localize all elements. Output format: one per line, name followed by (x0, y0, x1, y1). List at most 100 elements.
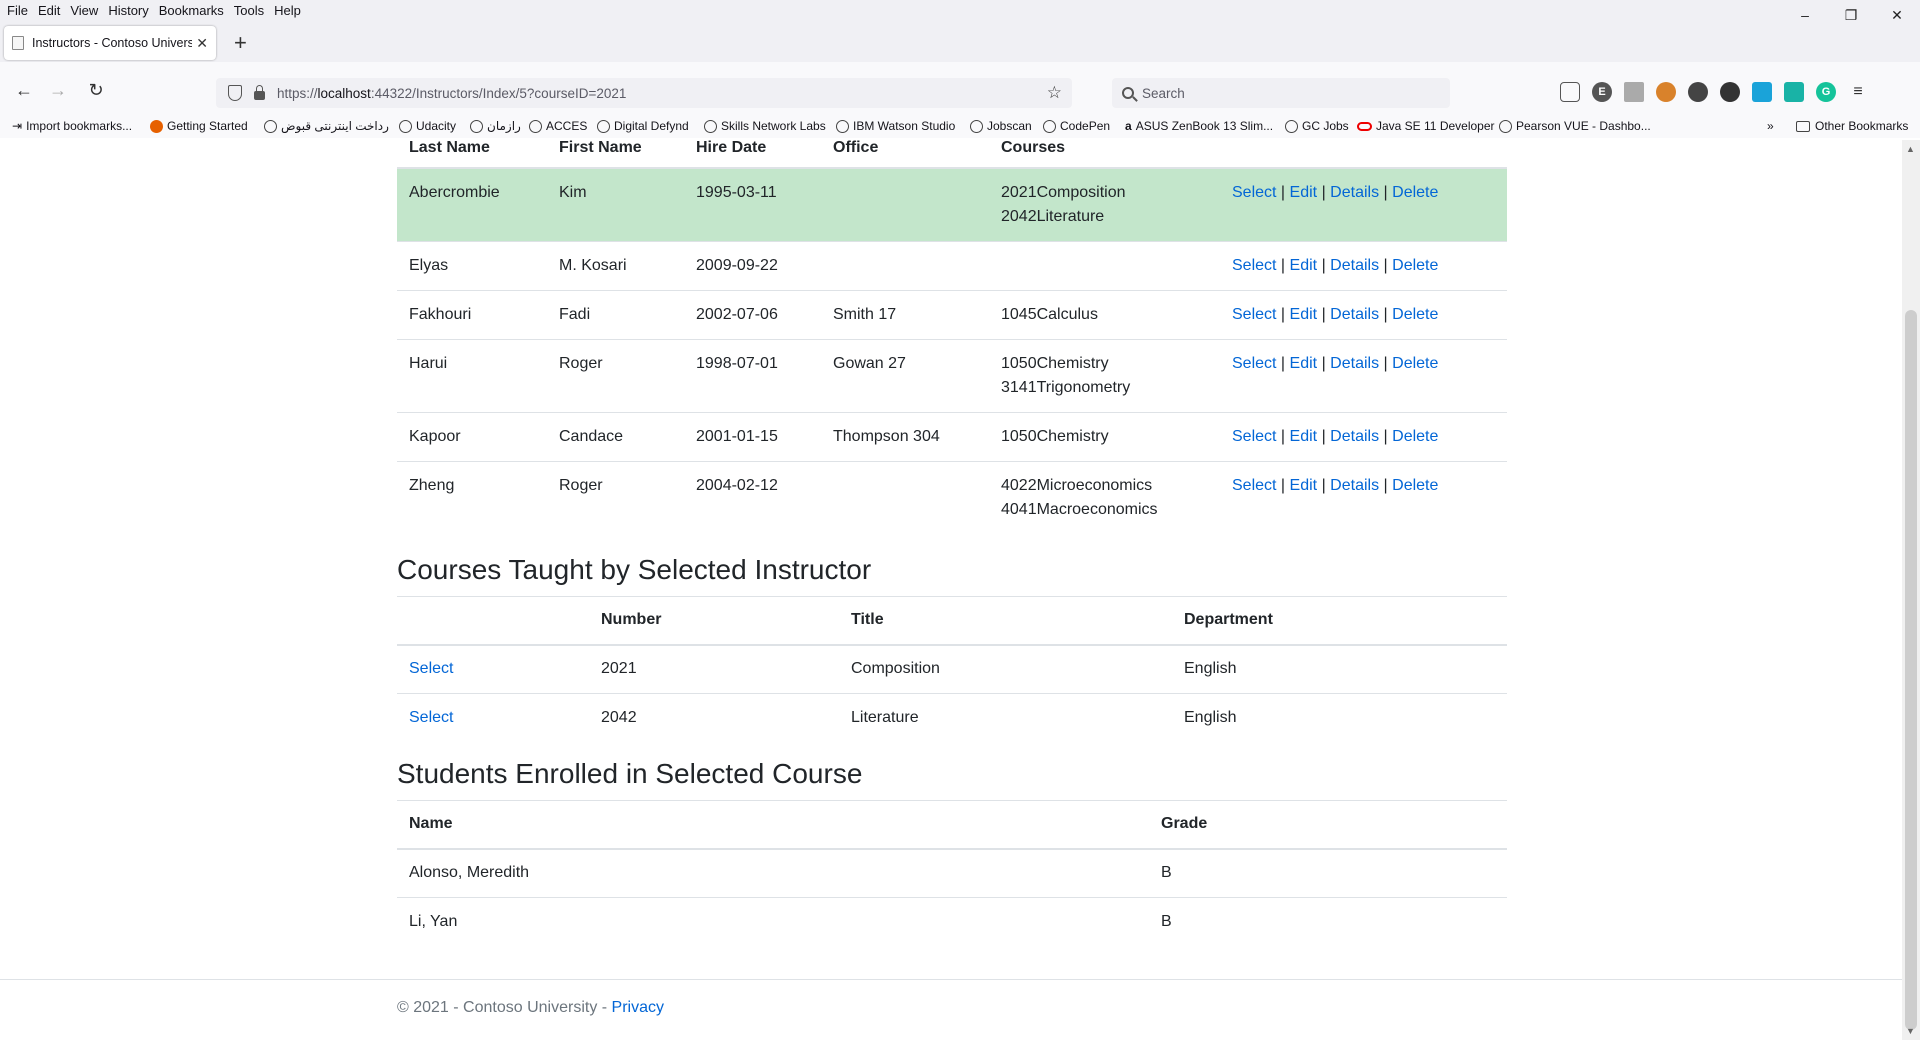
menu-edit[interactable]: Edit (33, 3, 65, 18)
delete-link[interactable]: Delete (1392, 428, 1438, 445)
bookmark-item[interactable]: CodePen (1043, 119, 1110, 133)
grammarly-icon[interactable]: G (1816, 82, 1836, 102)
delete-link[interactable]: Delete (1392, 477, 1438, 494)
bookmark-item[interactable]: ACCES (529, 119, 587, 133)
menu-history[interactable]: History (103, 3, 153, 18)
asus-icon: a (1125, 119, 1132, 133)
details-link[interactable]: Details (1330, 355, 1379, 372)
delete-link[interactable]: Delete (1392, 257, 1438, 274)
edit-link[interactable]: Edit (1290, 355, 1318, 372)
save-extension-icon[interactable] (1752, 82, 1772, 102)
edit-link[interactable]: Edit (1290, 428, 1318, 445)
firefox-icon (150, 119, 163, 133)
menu-help[interactable]: Help (269, 3, 306, 18)
browser-tab[interactable]: Instructors - Contoso University ✕ (4, 26, 216, 60)
delete-link[interactable]: Delete (1392, 184, 1438, 201)
menu-bookmarks[interactable]: Bookmarks (154, 3, 229, 18)
tab-strip: Instructors - Contoso University ✕ + (0, 20, 1920, 62)
forward-icon[interactable]: → (46, 80, 70, 101)
address-bar[interactable]: https://localhost:44322/Instructors/Inde… (216, 78, 1072, 108)
sync-extension-icon[interactable] (1784, 82, 1804, 102)
other-bookmarks[interactable]: Other Bookmarks (1796, 119, 1908, 133)
search-icon (1122, 87, 1134, 99)
bookmark-item[interactable]: Getting Started (150, 119, 248, 133)
select-link[interactable]: Select (1232, 257, 1276, 274)
details-link[interactable]: Details (1330, 184, 1379, 201)
bookmark-item[interactable]: Udacity (399, 119, 456, 133)
cell-courses: 2021Composition 2042Literature (989, 168, 1220, 242)
link-extension-icon[interactable] (1720, 82, 1740, 102)
url-text[interactable]: https://localhost:44322/Instructors/Inde… (277, 86, 1047, 101)
table-row: Harui Roger 1998-07-01 Gowan 27 1050Chem… (397, 339, 1507, 413)
col-first-name: First Name (559, 140, 642, 156)
pocket-icon[interactable] (1560, 82, 1580, 102)
edit-link[interactable]: Edit (1290, 257, 1318, 274)
edit-link[interactable]: Edit (1290, 184, 1318, 201)
menu-file[interactable]: File (0, 3, 33, 18)
bookmark-item[interactable]: Jobscan (970, 119, 1032, 133)
cell-number: 2021 (601, 660, 637, 678)
reload-icon[interactable]: ↻ (84, 80, 108, 101)
details-link[interactable]: Details (1330, 306, 1379, 323)
select-link[interactable]: Select (1232, 477, 1276, 494)
tracking-protection-icon[interactable] (228, 85, 242, 101)
scroll-down-icon[interactable]: ▼ (1906, 1026, 1915, 1036)
url-prefix: https:// (277, 85, 318, 101)
lock-icon[interactable] (254, 85, 265, 100)
bookmark-item[interactable]: Skills Network Labs (704, 119, 826, 133)
select-link[interactable]: Select (1232, 306, 1276, 323)
table-header-row: Name Grade (397, 800, 1507, 849)
back-icon[interactable]: ← (12, 80, 36, 101)
more-bookmarks-icon[interactable]: » (1767, 119, 1774, 133)
select-link[interactable]: Select (1232, 355, 1276, 372)
tampermonkey-icon[interactable] (1656, 82, 1676, 102)
new-tab-icon[interactable]: + (234, 32, 247, 54)
select-course-link[interactable]: Select (409, 660, 453, 677)
select-course-link[interactable]: Select (409, 709, 453, 726)
bookmark-item[interactable]: رازمان (470, 119, 521, 133)
vertical-scrollbar[interactable]: ▲ ▼ (1902, 140, 1920, 1040)
bookmark-item[interactable]: GC Jobs (1285, 119, 1349, 133)
globe-icon (1043, 119, 1056, 133)
cell-actions: Select | Edit | Details | Delete (1232, 477, 1439, 494)
search-bar[interactable]: Search (1112, 78, 1450, 108)
cell-courses: 1050Chemistry 3141Trigonometry (989, 340, 1220, 413)
select-link[interactable]: Select (1232, 428, 1276, 445)
scroll-up-icon[interactable]: ▲ (1906, 144, 1915, 154)
bookmark-item[interactable]: Java SE 11 Developer (1357, 119, 1495, 133)
close-tab-icon[interactable]: ✕ (196, 35, 208, 52)
bookmark-label: ASUS ZenBook 13 Slim... (1135, 119, 1274, 133)
scrollbar-thumb[interactable] (1905, 310, 1917, 1030)
cell-actions: Select | Edit | Details | Delete (1232, 306, 1439, 323)
menu-tools[interactable]: Tools (229, 3, 269, 18)
bookmark-item[interactable]: رداخت اینترنتی قبوض (264, 119, 389, 133)
privacy-link[interactable]: Privacy (612, 999, 664, 1016)
delete-link[interactable]: Delete (1392, 306, 1438, 323)
details-link[interactable]: Details (1330, 428, 1379, 445)
library-icon[interactable] (1624, 82, 1644, 102)
footer: © 2021 - Contoso University - Privacy (0, 979, 1902, 1040)
menu-icon[interactable]: ≡ (1848, 82, 1868, 102)
bookmark-item[interactable]: ⇥ Import bookmarks... (12, 119, 132, 133)
bookmark-star-icon[interactable]: ☆ (1047, 83, 1062, 103)
delete-link[interactable]: Delete (1392, 355, 1438, 372)
menu-view[interactable]: View (65, 3, 103, 18)
bookmark-label: Java SE 11 Developer (1376, 119, 1495, 133)
col-office: Office (833, 140, 879, 156)
cell-first-name: Kim (559, 184, 587, 201)
details-link[interactable]: Details (1330, 257, 1379, 274)
bookmark-item[interactable]: Digital Defynd (597, 119, 689, 133)
extension-icon[interactable] (1688, 82, 1708, 102)
details-link[interactable]: Details (1330, 477, 1379, 494)
edit-link[interactable]: Edit (1290, 477, 1318, 494)
cell-first-name: Candace (559, 428, 624, 445)
bookmark-item[interactable]: IBM Watson Studio (836, 119, 955, 133)
cell-last-name: Harui (409, 355, 448, 372)
globe-icon (264, 119, 277, 133)
edit-link[interactable]: Edit (1290, 306, 1318, 323)
col-hire-date: Hire Date (696, 140, 767, 156)
extension-e-icon[interactable]: E (1592, 82, 1612, 102)
select-link[interactable]: Select (1232, 184, 1276, 201)
bookmark-item[interactable]: Pearson VUE - Dashbo... (1499, 119, 1651, 133)
bookmark-item[interactable]: a ASUS ZenBook 13 Slim... (1125, 119, 1273, 133)
